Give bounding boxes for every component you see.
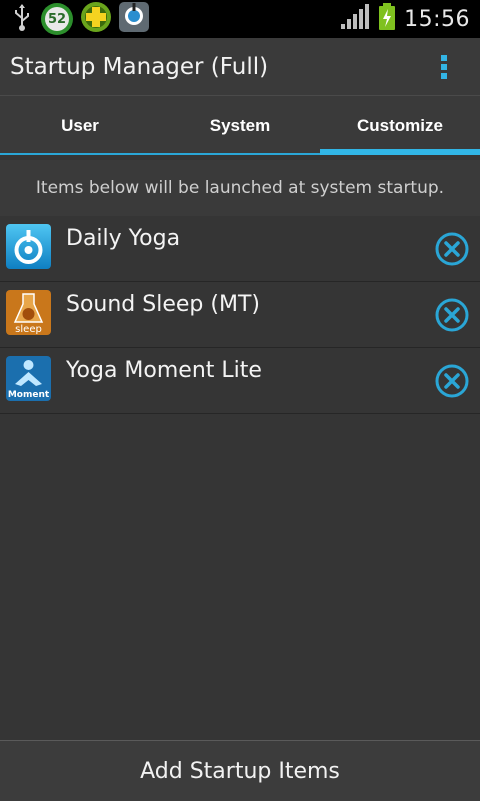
plus-app-icon (80, 1, 112, 37)
yoga-moment-app-icon: Moment (6, 356, 51, 401)
daily-yoga-app-icon (6, 224, 51, 269)
add-startup-items-button[interactable]: Add Startup Items (0, 740, 480, 801)
tab-user[interactable]: User (0, 96, 160, 155)
location-app-icon (118, 1, 150, 37)
tab-underline (0, 153, 160, 155)
list-item-label: Yoga Moment Lite (66, 358, 262, 383)
list-item-label: Sound Sleep (MT) (66, 292, 260, 317)
tab-system-label: System (209, 115, 271, 135)
close-circle-icon (435, 298, 469, 332)
tab-user-label: User (61, 115, 99, 135)
tab-customize[interactable]: Customize (320, 96, 480, 155)
remove-item-button[interactable] (434, 297, 470, 333)
status-bar: 52 15:56 (0, 0, 480, 38)
tab-system[interactable]: System (160, 96, 320, 155)
tab-bar: User System Customize (0, 96, 480, 155)
tab-customize-label: Customize (357, 115, 443, 135)
close-circle-icon (435, 364, 469, 398)
list-item-label: Daily Yoga (66, 226, 181, 251)
moment-icon-text: Moment (8, 390, 50, 400)
overflow-menu-button[interactable] (424, 38, 464, 95)
tab-underline (160, 153, 320, 155)
clock: 15:56 (404, 6, 470, 32)
list-item[interactable]: Daily Yoga (0, 216, 480, 282)
list-item[interactable]: Moment Yoga Moment Lite (0, 348, 480, 414)
remove-item-button[interactable] (434, 363, 470, 399)
sound-sleep-app-icon: sleep (6, 290, 51, 335)
usb-icon (10, 2, 34, 36)
counter-badge-icon: 52 (40, 2, 74, 36)
action-bar: Startup Manager (Full) (0, 38, 480, 96)
app-title: Startup Manager (Full) (10, 53, 269, 80)
signal-icon (340, 4, 370, 34)
battery-charging-icon (378, 3, 396, 35)
list-item[interactable]: sleep Sound Sleep (MT) (0, 282, 480, 348)
add-startup-items-label: Add Startup Items (140, 758, 340, 784)
close-circle-icon (435, 232, 469, 266)
overflow-menu-icon (441, 54, 447, 79)
sleep-icon-text: sleep (15, 324, 42, 335)
info-banner: Items below will be launched at system s… (0, 160, 480, 216)
remove-item-button[interactable] (434, 231, 470, 267)
counter-badge-text: 52 (47, 11, 67, 27)
startup-items-list: Daily Yoga sleep Sound Sleep (MT) Moment… (0, 216, 480, 414)
info-banner-text: Items below will be launched at system s… (35, 178, 445, 198)
tab-active-indicator (320, 149, 480, 155)
